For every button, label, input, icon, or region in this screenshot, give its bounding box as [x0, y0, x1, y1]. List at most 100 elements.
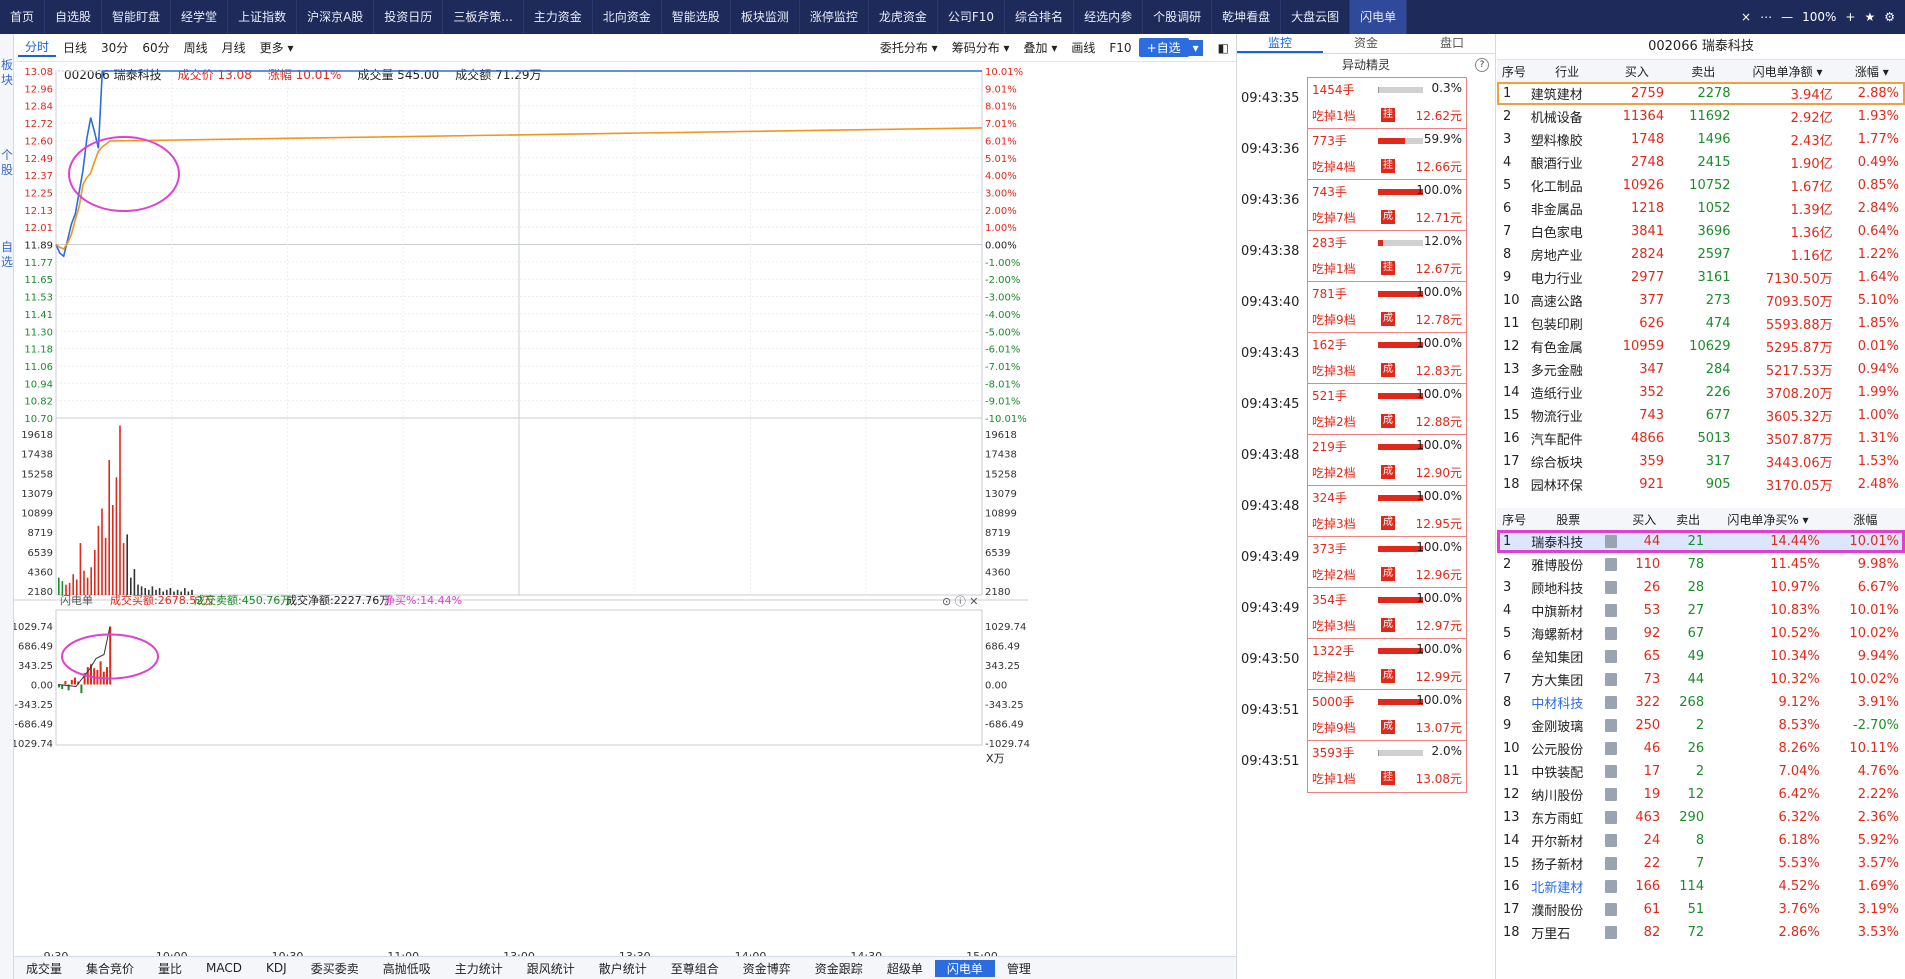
industry-col-header[interactable]: 卖出 [1670, 60, 1737, 82]
toolbar-btn-0[interactable]: 委托分布 ▾ [873, 39, 945, 56]
indicator-tab-15[interactable]: 管理 [995, 960, 1043, 977]
industry-col-header[interactable]: 闪电单净额 ▾ [1736, 60, 1839, 82]
toolbar-btn-2[interactable]: 叠加 ▾ [1017, 39, 1065, 56]
indicator-tab-6[interactable]: 高抛低吸 [371, 960, 443, 977]
industry-row[interactable]: 8 房地产业 2824 2597 1.16亿 1.22% [1497, 243, 1905, 266]
indicator-tab-14[interactable]: 闪电单 [934, 959, 995, 977]
stock-col-header[interactable] [1605, 508, 1623, 530]
nav-item-7[interactable]: 三板斧策... [443, 0, 524, 34]
period-tab-0[interactable]: 分时 [18, 38, 57, 57]
alert-item[interactable]: 09:43:36 773手 59.9% 吃掉4档 挂 12.66元 [1237, 127, 1495, 182]
document-icon[interactable] [1605, 903, 1618, 916]
nav-item-3[interactable]: 经学堂 [171, 0, 229, 34]
document-icon[interactable] [1605, 581, 1618, 594]
nav-item-20[interactable]: 闪电单 [1350, 0, 1408, 34]
alert-item[interactable]: 09:43:48 324手 100.0% 吃掉3档 成 12.95元 [1237, 484, 1495, 539]
industry-row[interactable]: 18 园林环保 921 905 3170.05万 2.48% [1497, 473, 1905, 496]
stock-name[interactable]: 万里石 [1531, 921, 1605, 944]
document-icon[interactable] [1605, 604, 1618, 617]
stock-name[interactable]: 东方雨虹 [1531, 806, 1605, 829]
stock-name[interactable]: 开尔新材 [1531, 829, 1605, 852]
nav-item-9[interactable]: 北向资金 [593, 0, 662, 34]
stock-row[interactable]: 1 瑞泰科技 44 21 14.44% 10.01% [1497, 530, 1905, 553]
industry-row[interactable]: 11 包装印刷 626 474 5593.88万 1.85% [1497, 312, 1905, 335]
industry-row[interactable]: 3 塑料橡胶 1748 1496 2.43亿 1.77% [1497, 128, 1905, 151]
nav-item-19[interactable]: 大盘云图 [1281, 0, 1351, 34]
help-icon[interactable]: ? [1475, 58, 1489, 72]
stock-name[interactable]: 瑞泰科技 [1531, 530, 1605, 553]
indicator-tab-4[interactable]: KDJ [254, 961, 299, 975]
industry-row[interactable]: 16 汽车配件 4866 5013 3507.87万 1.31% [1497, 427, 1905, 450]
stock-row[interactable]: 8 中材科技 322 268 9.12% 3.91% [1497, 691, 1905, 714]
stock-name[interactable]: 顾地科技 [1531, 576, 1605, 599]
stock-row[interactable]: 2 雅博股份 110 78 11.45% 9.98% [1497, 553, 1905, 576]
period-tab-1[interactable]: 日线 [56, 39, 94, 56]
indicator-tab-11[interactable]: 资金博弈 [731, 960, 803, 977]
stock-row[interactable]: 14 开尔新材 24 8 6.18% 5.92% [1497, 829, 1905, 852]
indicator-tab-5[interactable]: 委买委卖 [299, 960, 371, 977]
indicator-tab-3[interactable]: MACD [194, 961, 254, 975]
add-watchlist-button[interactable]: +自选 [1138, 38, 1189, 57]
stock-col-header[interactable]: 闪电单净买% ▾ [1710, 508, 1826, 530]
close-tab-icon[interactable]: × [1741, 10, 1751, 24]
stock-row[interactable]: 10 公元股份 46 26 8.26% 10.11% [1497, 737, 1905, 760]
stock-row[interactable]: 17 濮耐股份 61 51 3.76% 3.19% [1497, 898, 1905, 921]
nav-item-17[interactable]: 个股调研 [1143, 0, 1213, 34]
nav-item-11[interactable]: 板块监测 [731, 0, 800, 34]
monitor-tab-1[interactable]: 资金 [1323, 34, 1409, 53]
document-icon[interactable] [1605, 673, 1618, 686]
stock-name[interactable]: 中铁装配 [1531, 760, 1605, 783]
nav-item-16[interactable]: 经选内参 [1074, 0, 1144, 34]
document-icon[interactable] [1605, 788, 1618, 801]
nav-item-8[interactable]: 主力资金 [524, 0, 593, 34]
stock-col-header[interactable]: 序号 [1497, 508, 1532, 530]
toolbar-btn-3[interactable]: 画线 [1064, 39, 1102, 56]
document-icon[interactable] [1605, 834, 1618, 847]
indicator-tab-2[interactable]: 量比 [146, 960, 194, 977]
industry-row[interactable]: 4 酿酒行业 2748 2415 1.90亿 0.49% [1497, 151, 1905, 174]
stock-name[interactable]: 方大集团 [1531, 668, 1605, 691]
nav-item-1[interactable]: 自选股 [45, 0, 103, 34]
alert-item[interactable]: 09:43:51 3593手 2.0% 吃掉1档 挂 13.08元 [1237, 739, 1495, 794]
indicator-tab-1[interactable]: 集合竞价 [74, 960, 146, 977]
stock-row[interactable]: 12 纳川股份 19 12 6.42% 2.22% [1497, 783, 1905, 806]
alert-item[interactable]: 09:43:43 162手 100.0% 吃掉3档 成 12.83元 [1237, 331, 1495, 386]
industry-col-header[interactable]: 序号 [1497, 60, 1531, 82]
industry-row[interactable]: 14 造纸行业 352 226 3708.20万 1.99% [1497, 381, 1905, 404]
industry-row[interactable]: 17 综合板块 359 317 3443.06万 1.53% [1497, 450, 1905, 473]
stock-name[interactable]: 中材科技 [1531, 691, 1605, 714]
stock-row[interactable]: 4 中旗新材 53 27 10.83% 10.01% [1497, 599, 1905, 622]
document-icon[interactable] [1605, 742, 1618, 755]
stock-name[interactable]: 公元股份 [1531, 737, 1605, 760]
nav-item-18[interactable]: 乾坤看盘 [1212, 0, 1282, 34]
stock-col-header[interactable]: 买入 [1622, 508, 1667, 530]
alert-item[interactable]: 09:43:36 743手 100.0% 吃掉7档 成 12.71元 [1237, 178, 1495, 233]
stock-name[interactable]: 纳川股份 [1531, 783, 1605, 806]
industry-row[interactable]: 13 多元金融 347 284 5217.53万 0.94% [1497, 358, 1905, 381]
period-tab-4[interactable]: 周线 [177, 39, 215, 56]
stock-row[interactable]: 13 东方雨虹 463 290 6.32% 2.36% [1497, 806, 1905, 829]
document-icon[interactable] [1605, 558, 1618, 571]
stock-row[interactable]: 5 海螺新材 92 67 10.52% 10.02% [1497, 622, 1905, 645]
indicator-tab-8[interactable]: 跟风统计 [515, 960, 587, 977]
more-icon[interactable]: ⋯ [1760, 10, 1772, 24]
document-icon[interactable] [1605, 857, 1618, 870]
alert-item[interactable]: 09:43:50 1322手 100.0% 吃掉2档 成 12.99元 [1237, 637, 1495, 692]
industry-row[interactable]: 2 机械设备 11364 11692 2.92亿 1.93% [1497, 105, 1905, 128]
stock-row[interactable]: 15 扬子新材 22 7 5.53% 3.57% [1497, 852, 1905, 875]
period-tab-6[interactable]: 更多 ▾ [253, 39, 301, 56]
stock-row[interactable]: 18 万里石 82 72 2.86% 3.53% [1497, 921, 1905, 944]
nav-item-12[interactable]: 涨停监控 [800, 0, 869, 34]
stock-row[interactable]: 16 北新建材 166 114 4.52% 1.69% [1497, 875, 1905, 898]
industry-row[interactable]: 15 物流行业 743 677 3605.32万 1.00% [1497, 404, 1905, 427]
indicator-tab-12[interactable]: 资金跟踪 [803, 960, 875, 977]
stock-row[interactable]: 11 中铁装配 17 2 7.04% 4.76% [1497, 760, 1905, 783]
nav-item-2[interactable]: 智能盯盘 [102, 0, 172, 34]
stock-row[interactable]: 9 金刚玻璃 250 2 8.53% -2.70% [1497, 714, 1905, 737]
industry-row[interactable]: 6 非金属品 1218 1052 1.39亿 2.84% [1497, 197, 1905, 220]
sidebar-tab-stock[interactable]: 个股 [1, 148, 13, 178]
indicator-tab-13[interactable]: 超级单 [875, 960, 935, 977]
industry-row[interactable]: 10 高速公路 377 273 7093.50万 5.10% [1497, 289, 1905, 312]
zoom-in-icon[interactable]: + [1845, 10, 1855, 24]
document-icon[interactable] [1605, 627, 1618, 640]
